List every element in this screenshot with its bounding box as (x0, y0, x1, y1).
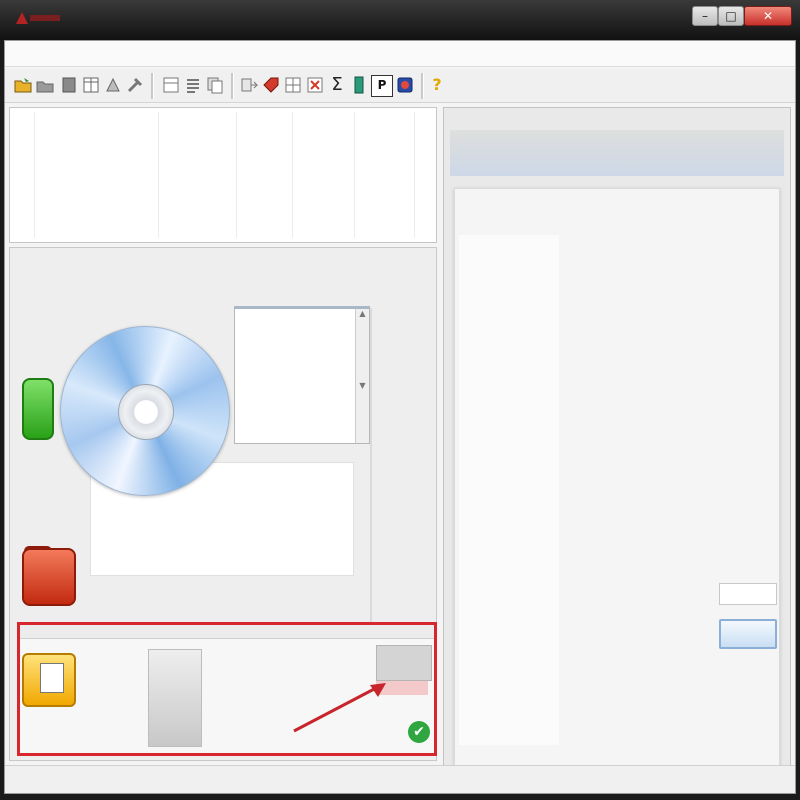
sum-icon[interactable]: Σ (327, 75, 347, 95)
tools-icon[interactable] (125, 75, 145, 95)
layout-icon[interactable] (161, 75, 181, 95)
highlighted-import-area: ✔ (17, 622, 437, 756)
panel-divider (370, 308, 372, 628)
app-logo-icon (16, 12, 60, 24)
open-file-icon[interactable] (35, 75, 55, 95)
green-device-icon[interactable] (22, 378, 54, 440)
toolbar-separator (231, 73, 234, 99)
tag-icon[interactable] (261, 75, 281, 95)
target-thumbnail[interactable] (376, 645, 432, 681)
list-icon[interactable] (183, 75, 203, 95)
delete-icon[interactable] (305, 75, 325, 95)
dialog-action-button[interactable] (719, 619, 777, 649)
grid-column (34, 112, 35, 238)
title-bar: – □ ✕ (0, 0, 800, 40)
media-list[interactable]: ▲ ▼ (234, 306, 370, 444)
preview-thumbnail[interactable] (148, 649, 202, 747)
battery-icon[interactable] (349, 75, 369, 95)
grid-icon[interactable] (283, 75, 303, 95)
dialog-content-area (459, 235, 559, 745)
print-icon[interactable] (103, 75, 123, 95)
highlight-header-bar (20, 625, 434, 639)
preview-panel (443, 107, 791, 791)
status-bar (5, 765, 795, 793)
checkmark-icon: ✔ (408, 721, 430, 743)
grid-column (236, 112, 237, 238)
open-folder-icon[interactable] (13, 75, 33, 95)
close-button[interactable]: ✕ (744, 6, 792, 26)
toolbar-separator (421, 73, 424, 99)
save-icon[interactable] (59, 75, 79, 95)
help-icon[interactable]: ? (427, 75, 447, 95)
cd-hub (118, 384, 174, 440)
maximize-button[interactable]: □ (718, 6, 744, 26)
parking-icon[interactable]: P (371, 75, 393, 97)
grid-column (414, 112, 415, 238)
preview-panel-header (450, 130, 784, 176)
yellow-folder-icon[interactable] (22, 653, 76, 707)
main-window: Σ P ? ▲ ▼ ✔ (4, 40, 796, 794)
media-list-scrollbar[interactable]: ▲ ▼ (355, 309, 369, 443)
minimize-button[interactable]: – (692, 6, 718, 26)
dialog-input-field[interactable] (719, 583, 777, 605)
red-folder-icon[interactable] (22, 548, 76, 606)
red-arrow-icon (293, 683, 386, 733)
copy-icon[interactable] (205, 75, 225, 95)
grid-column (354, 112, 355, 238)
toolbar: Σ P ? (5, 69, 795, 103)
document-icon (40, 663, 64, 693)
grid-column (292, 112, 293, 238)
columns-icon[interactable] (81, 75, 101, 95)
preview-dialog (454, 188, 780, 778)
grid-column (158, 112, 159, 238)
top-grid-panel (9, 107, 437, 243)
transfer-icon[interactable] (239, 75, 259, 95)
cd-disc-icon[interactable] (60, 326, 230, 496)
menu-bar (5, 41, 795, 67)
toolbar-separator (151, 73, 154, 99)
shield-icon[interactable] (395, 75, 415, 95)
